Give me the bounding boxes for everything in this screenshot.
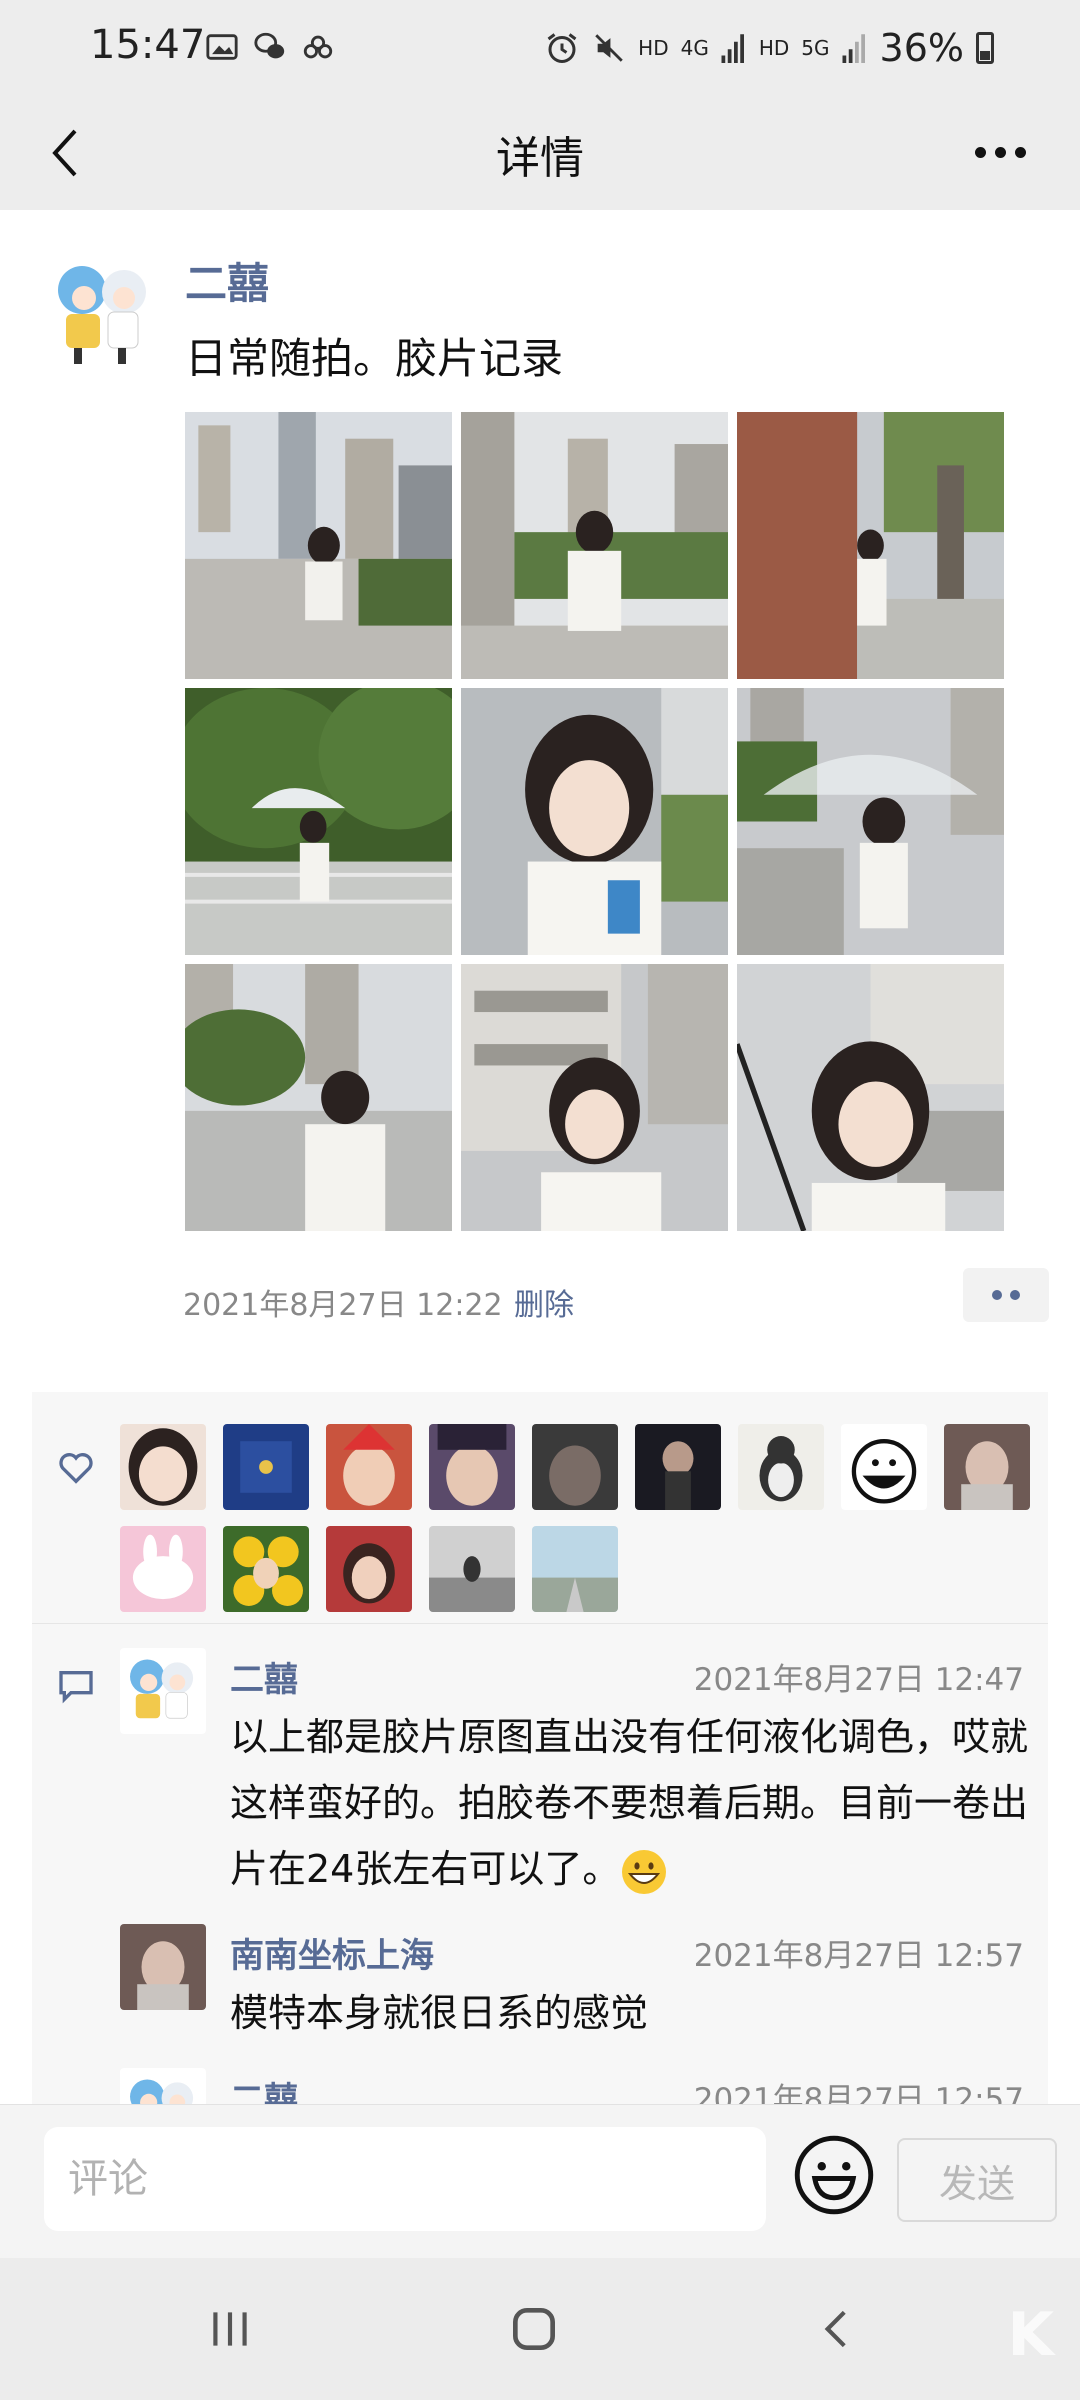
like-avatar[interactable] [429,1526,515,1612]
comment-icon [59,1671,93,1704]
status-time: 15:47 [90,22,206,68]
hd-label-2: HD [758,36,790,60]
comments-section: 二囍 2021年8月27日 12:47 以上都是胶片原图直出没有任何液化调色，哎… [32,1624,1048,2108]
like-avatar[interactable] [120,1526,206,1612]
photo-9[interactable] [737,964,1004,1231]
photo-6[interactable] [737,688,1004,955]
page-title: 详情 [496,133,584,184]
comment-time: 2021年8月27日 12:57 [693,2082,1024,2108]
delete-link[interactable]: 删除 [514,1280,574,1324]
like-avatar[interactable] [223,1526,309,1612]
more-button[interactable] [960,122,1040,182]
like-avatar[interactable] [841,1424,927,1510]
photo-8[interactable] [461,964,728,1231]
more-dots-icon [974,146,986,158]
5g-signal-icon [842,34,865,63]
battery-percent: 36% [879,26,964,70]
comment-text: 以上都是胶片原图直出没有任何液化调色，哎就这样蛮好的。拍胶卷不要想着后期。目前一… [230,1704,1030,1902]
like-avatar[interactable] [326,1526,412,1612]
like-avatar[interactable] [429,1424,515,1510]
like-avatar[interactable] [738,1424,824,1510]
image-icon [206,34,238,60]
cloud-icon [303,35,333,59]
home-button[interactable] [494,2294,574,2364]
photo-4[interactable] [185,688,452,955]
like-avatar[interactable] [120,1424,206,1510]
like-avatar-list [120,1424,1040,1612]
like-avatar[interactable] [635,1424,721,1510]
send-button[interactable]: 发送 [897,2138,1057,2222]
photo-2[interactable] [461,412,728,679]
commenter-name[interactable]: 二囍 [230,2072,298,2108]
comment-input-bar: 发送 [0,2104,1080,2258]
photo-3[interactable] [737,412,1004,679]
like-comment-action-button[interactable] [963,1268,1049,1322]
commenter-avatar[interactable] [120,2068,206,2108]
grinning-face-emoji [622,1849,667,1894]
comment-item[interactable]: 南南坐标上海 2021年8月27日 12:57 模特本身就很日系的感觉 [120,1924,1040,2054]
nav-back-button[interactable] [798,2294,878,2364]
emoji-button[interactable] [792,2133,876,2217]
author-avatar[interactable] [44,250,164,370]
like-avatar[interactable] [532,1424,618,1510]
home-icon [513,2308,555,2350]
back-icon [824,2310,846,2348]
comment-time: 2021年8月27日 12:57 [693,1938,1024,1974]
system-nav-bar: K [0,2258,1080,2400]
top-nav-bar: 详情 [0,100,1080,210]
photo-5[interactable] [461,688,728,955]
post-timestamp: 2021年8月27日 12:22 [183,1288,503,1323]
comment-time: 2021年8月27日 12:47 [693,1662,1024,1698]
commenter-avatar[interactable] [120,1924,206,2010]
interaction-panel: 二囍 2021年8月27日 12:47 以上都是胶片原图直出没有任何液化调色，哎… [32,1392,1048,2108]
hd-label: HD [638,36,669,60]
commenter-name[interactable]: 南南坐标上海 [230,1928,434,1977]
commenter-avatar[interactable] [120,1648,206,1734]
like-avatar[interactable] [944,1424,1030,1510]
mute-icon [595,34,623,62]
smiley-icon [794,2135,874,2215]
wechat-icon [254,32,285,59]
status-bar: 15:47 HD 4G HD 5G 36% [0,0,1080,100]
recents-button[interactable] [190,2294,270,2364]
photo-7[interactable] [185,964,452,1231]
net-5g-label: 5G [801,36,830,60]
watermark: K [1007,2300,1056,2370]
battery-icon [976,32,994,64]
comment-item[interactable]: 二囍 2021年8月27日 12:57 [120,2068,1040,2108]
hd-signal-icon [721,34,744,63]
status-right-icons: HD 4G HD 5G 36% [544,26,994,70]
comment-text: 模特本身就很日系的感觉 [230,1991,649,2035]
post-text: 日常随拍。胶片记录 [185,334,564,383]
comment-item[interactable]: 二囍 2021年8月27日 12:47 以上都是胶片原图直出没有任何液化调色，哎… [120,1648,1040,1928]
like-avatar[interactable] [223,1424,309,1510]
photo-1[interactable] [185,412,452,679]
author-name[interactable]: 二囍 [185,250,269,311]
alarm-icon [547,33,577,63]
photo-grid [185,412,1005,1236]
net-4g-label: 4G [680,36,709,60]
commenter-name[interactable]: 二囍 [230,1652,298,1701]
status-left-icons [205,30,335,64]
like-avatar[interactable] [326,1424,412,1510]
like-avatar[interactable] [532,1526,618,1612]
recents-icon [213,2312,247,2346]
comment-input[interactable] [44,2127,766,2231]
heart-icon [59,1453,93,1484]
likes-section [32,1392,1048,1624]
